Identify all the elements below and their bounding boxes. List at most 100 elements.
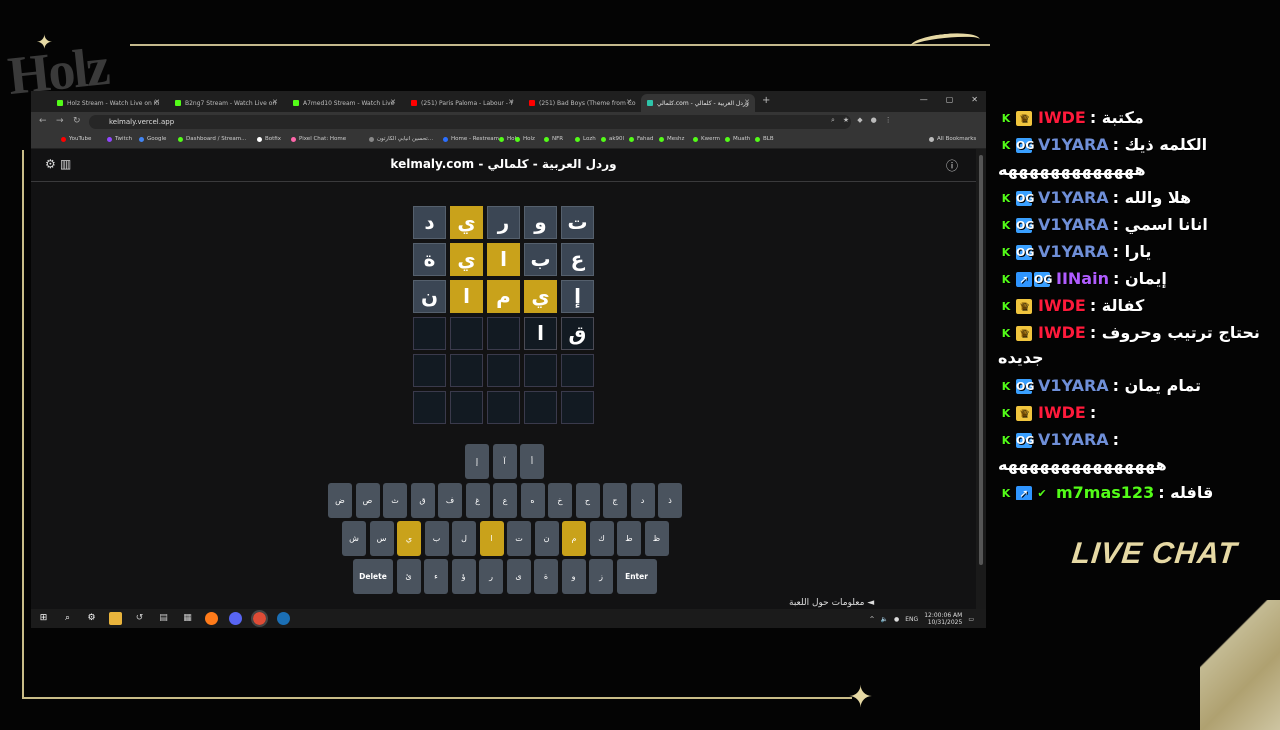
language-indicator[interactable]: ENG [905,616,918,623]
letter-key[interactable]: و [561,559,586,594]
letter-key[interactable]: ت [507,521,531,556]
back-icon[interactable]: ← [39,116,47,126]
tab-close-icon[interactable]: ✕ [744,98,750,106]
forward-icon[interactable]: → [56,116,64,126]
file-explorer-icon[interactable] [109,612,122,625]
browser-tab[interactable]: كلمالي.com - وردل العربية - كلمالي ✕ [641,94,755,112]
letter-key[interactable]: ش [342,521,366,556]
letter-key[interactable]: ف [438,483,462,518]
app-icon[interactable]: ↺ [133,612,146,625]
letter-key[interactable]: ث [383,483,407,518]
zoom-icon[interactable]: ⌕ [831,116,835,125]
letter-key[interactable]: ب [424,521,449,556]
scrollbar-thumb[interactable] [979,155,983,565]
bookmark-item[interactable]: Fahad [629,136,653,142]
letter-key[interactable]: ئ [396,559,421,594]
browser-tab[interactable]: (251) Paris Paloma - Labour - Y ✕ [405,94,519,112]
letter-key[interactable]: ا [479,521,504,556]
letter-key[interactable]: ص [355,483,380,518]
url-input[interactable]: kelmaly.vercel.app [89,115,851,129]
browser-tab[interactable]: Holz Stream - Watch Live on Ki ✕ [51,94,165,112]
browser-tab[interactable]: A7med10 Stream - Watch Live ✕ [287,94,401,112]
browser-tab[interactable]: B2ng7 Stream - Watch Live on ✕ [169,94,283,112]
bookmark-item[interactable]: Dashboard / Stream... [178,136,246,142]
letter-key[interactable]: د [630,483,655,518]
tab-close-icon[interactable]: ✕ [626,98,632,106]
delete-key[interactable]: Delete [353,559,393,594]
letter-key[interactable]: ض [328,483,352,518]
letter-key[interactable]: ظ [644,521,669,556]
letter-key[interactable]: ي [397,521,421,556]
letter-key[interactable]: ق [410,483,435,518]
bookmark-item[interactable]: Google [139,136,166,142]
letter-key[interactable]: ر [479,559,503,594]
firefox-icon[interactable] [205,612,218,625]
letter-key[interactable]: ن [534,521,559,556]
letter-key[interactable]: ك [589,521,614,556]
bookmark-item[interactable]: Kwerm [693,136,720,142]
letter-key[interactable]: ل [452,521,476,556]
letter-key[interactable]: غ [465,483,490,518]
letter-key[interactable]: ه [520,483,545,518]
tab-close-icon[interactable]: ✕ [272,98,278,106]
clock[interactable]: 12:00:06 AM 10/31/2025 [924,612,962,626]
bookmark-star-icon[interactable]: ★ [843,116,849,125]
tab-close-icon[interactable]: ✕ [154,98,160,106]
letter-key[interactable]: إ [465,444,489,479]
letter-key[interactable]: ح [575,483,600,518]
menu-icon[interactable]: ⋮ [885,116,892,125]
bookmark-item[interactable]: Pixel Chat: Home [291,136,346,142]
bookmark-item[interactable]: تحسين انيابي الكارتون... [369,136,433,142]
chevron-up-icon[interactable]: ^ [869,616,874,623]
letter-key[interactable]: آ [492,444,517,479]
letter-key[interactable]: س [369,521,394,556]
bookmark-item[interactable]: NFR [544,136,563,142]
enter-key[interactable]: Enter [616,559,657,594]
bookmark-item[interactable]: All Bookmarks [929,136,976,142]
tab-close-icon[interactable]: ✕ [508,98,514,106]
notification-icon[interactable]: ▭ [968,616,974,623]
app-icon[interactable]: ▤ [157,612,170,625]
letter-key[interactable]: ء [424,559,448,594]
letter-key[interactable]: ط [617,521,641,556]
letter-key[interactable]: ؤ [451,559,476,594]
bookmark-item[interactable]: Lozh [575,136,596,142]
steelseries-icon[interactable]: ⚙ [85,612,98,625]
mic-icon[interactable]: ● [894,616,899,623]
bookmark-item[interactable]: Holz [515,136,535,142]
browser-tab[interactable]: (251) Bad Boys (Theme from Co ✕ [523,94,637,112]
letter-key[interactable]: ة [534,559,558,594]
bookmark-item[interactable]: Home - Restream [443,136,499,142]
letter-key[interactable]: أ [520,444,544,479]
page-scrollbar[interactable] [976,149,986,609]
bookmark-item[interactable]: ak90l [601,136,624,142]
bookmark-item[interactable]: YouTube [61,136,91,142]
app-icon[interactable]: ▦ [181,612,194,625]
letter-key[interactable]: م [562,521,586,556]
letter-key[interactable]: ى [506,559,531,594]
profile-icon[interactable]: ● [871,116,877,125]
bookmark-item[interactable]: Twitch [107,136,132,142]
discord-icon[interactable] [229,612,242,625]
letter-key[interactable]: ز [589,559,613,594]
about-game-link[interactable]: معلومات حول اللعبة ◄ [789,598,874,608]
tab-close-icon[interactable]: ✕ [390,98,396,106]
minimize-icon[interactable]: — [920,95,928,104]
close-icon[interactable]: ✕ [971,95,978,104]
letter-key[interactable]: ج [603,483,627,518]
search-icon[interactable]: ⌕ [61,612,74,625]
bookmark-item[interactable]: Meshz [659,136,684,142]
info-icon[interactable]: ⓘ [946,157,958,174]
steam-icon[interactable] [277,612,290,625]
start-icon[interactable]: ⊞ [37,612,50,625]
new-tab-button[interactable]: + [762,95,770,106]
letter-key[interactable]: ع [493,483,517,518]
extensions-icon[interactable]: ◆ [857,116,862,125]
letter-key[interactable]: ذ [658,483,682,518]
letter-key[interactable]: خ [548,483,572,518]
volume-icon[interactable]: 🔈 [881,616,888,623]
bookmark-item[interactable]: Botfix [257,136,281,142]
bookmark-item[interactable]: BLB [755,136,774,142]
chrome-icon[interactable] [251,610,268,627]
bookmark-item[interactable]: Muath [725,136,750,142]
